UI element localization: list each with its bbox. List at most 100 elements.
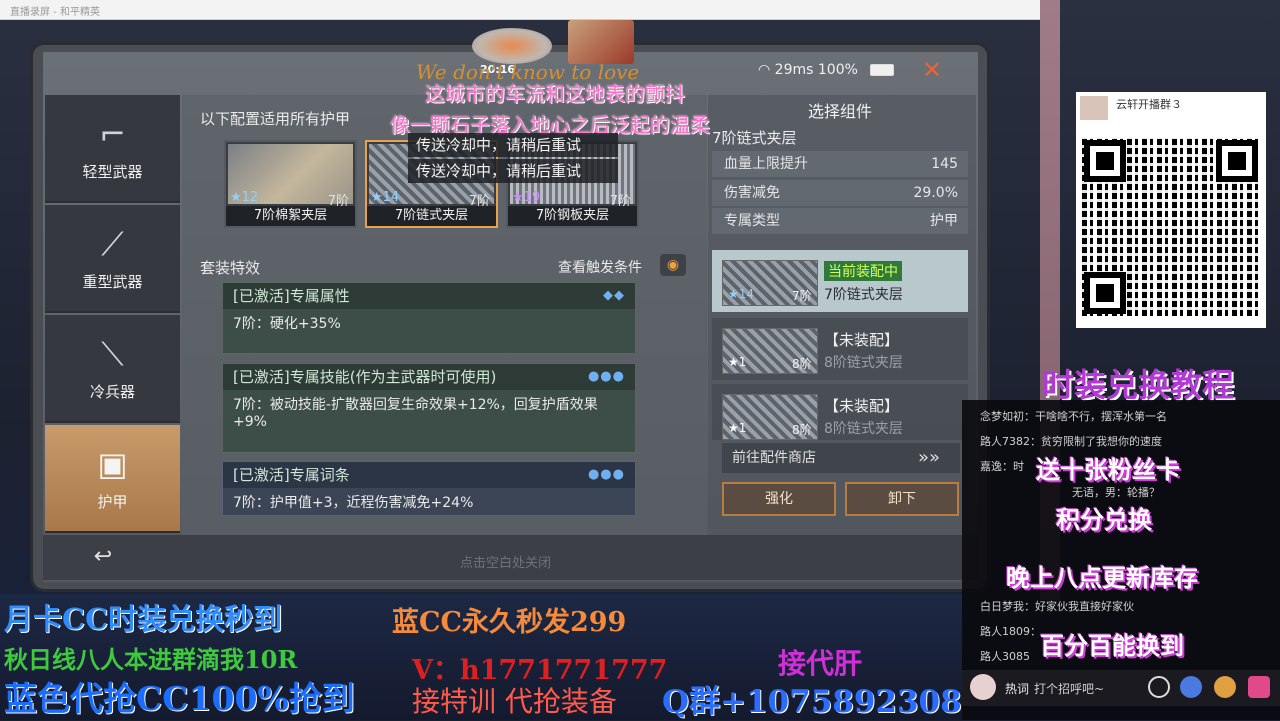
trigger-conditions-link[interactable]: 查看触发条件 — [558, 257, 642, 277]
slot-status: 【未装配】 — [824, 331, 900, 349]
gift-box-icon[interactable] — [1248, 676, 1270, 698]
chat-promo: 百分百能换到 — [1040, 632, 1184, 660]
card-name: 7阶棉絮夹层 — [226, 206, 355, 226]
wifi-icon: ◠ — [758, 62, 775, 78]
promo-blue: 蓝CC永久秒发299 — [392, 607, 627, 638]
nav-armor[interactable]: ▣ 护甲 — [45, 425, 180, 533]
slot-name: 8阶链式夹层 — [824, 355, 903, 371]
slot-current[interactable]: ★14 7阶 当前装配中 7阶链式夹层 — [712, 250, 968, 312]
slot-status: 【未装配】 — [824, 397, 900, 415]
close-hint[interactable]: 点击空白处关闭 — [460, 552, 551, 571]
card-name: 7阶钢板夹层 — [508, 206, 637, 226]
slot-status: 当前装配中 — [824, 261, 902, 281]
chat-message: 路人1809： — [980, 625, 1041, 638]
nav-light-weapons[interactable]: ⌐ 轻型武器 — [45, 95, 180, 203]
card-star: ★12 — [230, 190, 259, 205]
slot-name: 8阶链式夹层 — [824, 421, 903, 437]
chat-promo: 晚上八点更新库存 — [1006, 564, 1198, 592]
more-dots-icon: ◆◆ — [603, 288, 625, 303]
effect-body: 7阶：护甲值+3，近程伤害减免+24% — [233, 495, 474, 511]
emoji-icon[interactable] — [1180, 676, 1202, 698]
rocket-launcher-icon: ⟋ — [101, 225, 124, 263]
card-star: ★19 — [512, 190, 541, 205]
promo-training: 接特训 代抢装备 — [412, 685, 617, 718]
card-star: ★14 — [371, 190, 400, 205]
select-component-title: 选择组件 — [808, 102, 873, 121]
qr-group-name: 云轩开播群３ — [1116, 98, 1182, 111]
component-name: 7阶链式夹层 — [712, 129, 797, 147]
hot-words-label[interactable]: 热词 — [1005, 680, 1029, 697]
qr-finder — [1084, 272, 1126, 314]
effect-exclusive-skill: [已激活]专属技能(作为主武器时可使用) ●●● 7阶：被动技能-扩散器回复生命效… — [222, 363, 636, 453]
network-status: ◠ 29ms 100% — [758, 62, 858, 78]
slot-tier: 8阶 — [792, 423, 812, 437]
qr-finder — [1084, 140, 1126, 182]
chat-message: 嘉逸：时 — [980, 460, 1024, 473]
unequip-button[interactable]: 卸下 — [845, 482, 959, 516]
promo-group: 秋日线八人本进群滴我10R — [4, 645, 298, 674]
effect-exclusive-attribute: [已激活]专属属性 ◆◆ 7阶：硬化+35% — [222, 282, 636, 354]
slot-tier: 7阶 — [792, 289, 812, 303]
triple-chevron-icon[interactable]: »» — [918, 443, 940, 473]
back-arrow-icon: ↩ — [93, 544, 113, 569]
slot-star: ★1 — [728, 355, 747, 369]
chat-message: 念梦如初：干啥啥不行，摆浑水第一名 — [980, 410, 1167, 423]
chat-message: 路人7382：贫穷限制了我想你的速度 — [980, 435, 1162, 448]
slot-unequipped-2[interactable]: ★1 8阶 【未装配】 8阶链式夹层 — [712, 384, 968, 440]
set-effects-title: 套装特效 — [200, 259, 261, 277]
food-icon — [472, 28, 552, 64]
effect-head: [已激活]专属属性 ◆◆ — [223, 283, 635, 309]
more-dots-icon: ●●● — [587, 467, 625, 482]
more-dots-icon: ●●● — [587, 369, 625, 384]
nav-label: 轻型武器 — [82, 163, 143, 181]
effect-head: [已激活]专属词条 ●●● — [223, 462, 635, 488]
armor-card-cotton[interactable]: ★12 7阶 7阶棉絮夹层 — [224, 140, 357, 228]
chat-input[interactable]: 打个招呼吧~ — [1034, 680, 1104, 697]
slot-unequipped-1[interactable]: ★1 8阶 【未装配】 8阶链式夹层 — [712, 318, 968, 380]
effect-body: 7阶：硬化+35% — [233, 316, 341, 332]
slot-name: 7阶链式夹层 — [824, 287, 903, 303]
armor-vest-icon: ▣ — [97, 445, 128, 483]
window-title: 直播录屏 - 和平精英 — [10, 7, 100, 18]
nav-heavy-weapons[interactable]: ⟋ 重型武器 — [45, 205, 180, 313]
config-header: 以下配置适用所有护甲 — [200, 110, 351, 128]
refresh-icon[interactable] — [1148, 676, 1170, 698]
nav-label: 冷兵器 — [89, 383, 135, 401]
avatar — [1080, 96, 1108, 120]
smg-icon: ⌐ — [99, 115, 126, 153]
avatar[interactable] — [970, 674, 996, 700]
nav-melee[interactable]: ⟍ 冷兵器 — [45, 315, 180, 423]
effect-body: 7阶：被动技能-扩散器回复生命效果+12%，回复护盾效果+9% — [233, 397, 598, 430]
battery-icon — [870, 64, 894, 76]
window-title-strip: 直播录屏 - 和平精英 — [0, 0, 1055, 20]
slot-star: ★14 — [728, 287, 755, 301]
toast-message: 传送冷却中，请稍后重试 — [408, 133, 618, 157]
effect-exclusive-entry: [已激活]专属词条 ●●● 7阶：护甲值+3，近程伤害减免+24% — [222, 461, 636, 516]
knife-icon: ⟍ — [101, 335, 124, 373]
chat-message: 白日梦我：好家伙我直接好家伙 — [980, 600, 1134, 613]
card-name: 7阶链式夹层 — [367, 206, 496, 226]
enhance-button[interactable]: 强化 — [722, 482, 836, 516]
promo-monthly: 月卡CC时装兑换秒到 — [4, 602, 283, 636]
stat-damage-reduction: 伤害减免 29.0% — [712, 180, 968, 206]
lyric-line: 这城市的车流和这地表的颤抖 — [425, 82, 685, 106]
chat-promo: 送十张粉丝卡 — [1036, 456, 1180, 484]
stat-type: 专属类型 护甲 — [712, 208, 968, 234]
promo-grab: 蓝色代抢CC100%抢到 — [4, 679, 355, 718]
chat-promo: 积分兑换 — [1056, 506, 1152, 534]
effect-head: [已激活]专属技能(作为主武器时可使用) ●●● — [223, 364, 635, 390]
gift-icon[interactable] — [1214, 676, 1236, 698]
promo-qq-group: Q群+1075892308 — [662, 684, 962, 720]
back-button[interactable]: ↩ — [85, 544, 121, 570]
eye-icon[interactable]: ◉ — [660, 254, 686, 276]
nav-label: 护甲 — [97, 493, 128, 511]
chat-message: 路人3085 — [980, 650, 1030, 663]
slot-tier: 8阶 — [792, 357, 812, 371]
nav-label: 重型武器 — [82, 273, 143, 291]
close-icon[interactable]: ✕ — [922, 56, 942, 84]
slot-star: ★1 — [728, 421, 747, 435]
chat-message: 无语，男：轮播？ — [1072, 486, 1160, 499]
qr-finder — [1216, 140, 1258, 182]
stat-hp: 血量上限提升 145 — [712, 151, 968, 177]
toast-message: 传送冷却中，请稍后重试 — [408, 159, 618, 183]
